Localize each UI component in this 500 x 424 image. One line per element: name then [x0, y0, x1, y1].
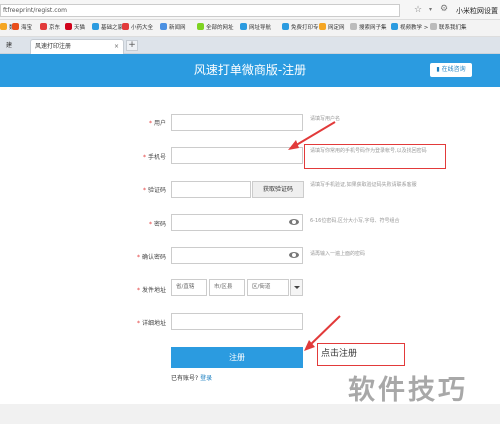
arrow-line-phone: [292, 121, 336, 148]
watermark: 软件技巧: [348, 375, 468, 406]
arrow-head-phone: [288, 140, 299, 150]
footer-strip: [0, 404, 500, 424]
annotation-arrows: [288, 121, 341, 351]
arrow-line-register: [308, 315, 341, 347]
